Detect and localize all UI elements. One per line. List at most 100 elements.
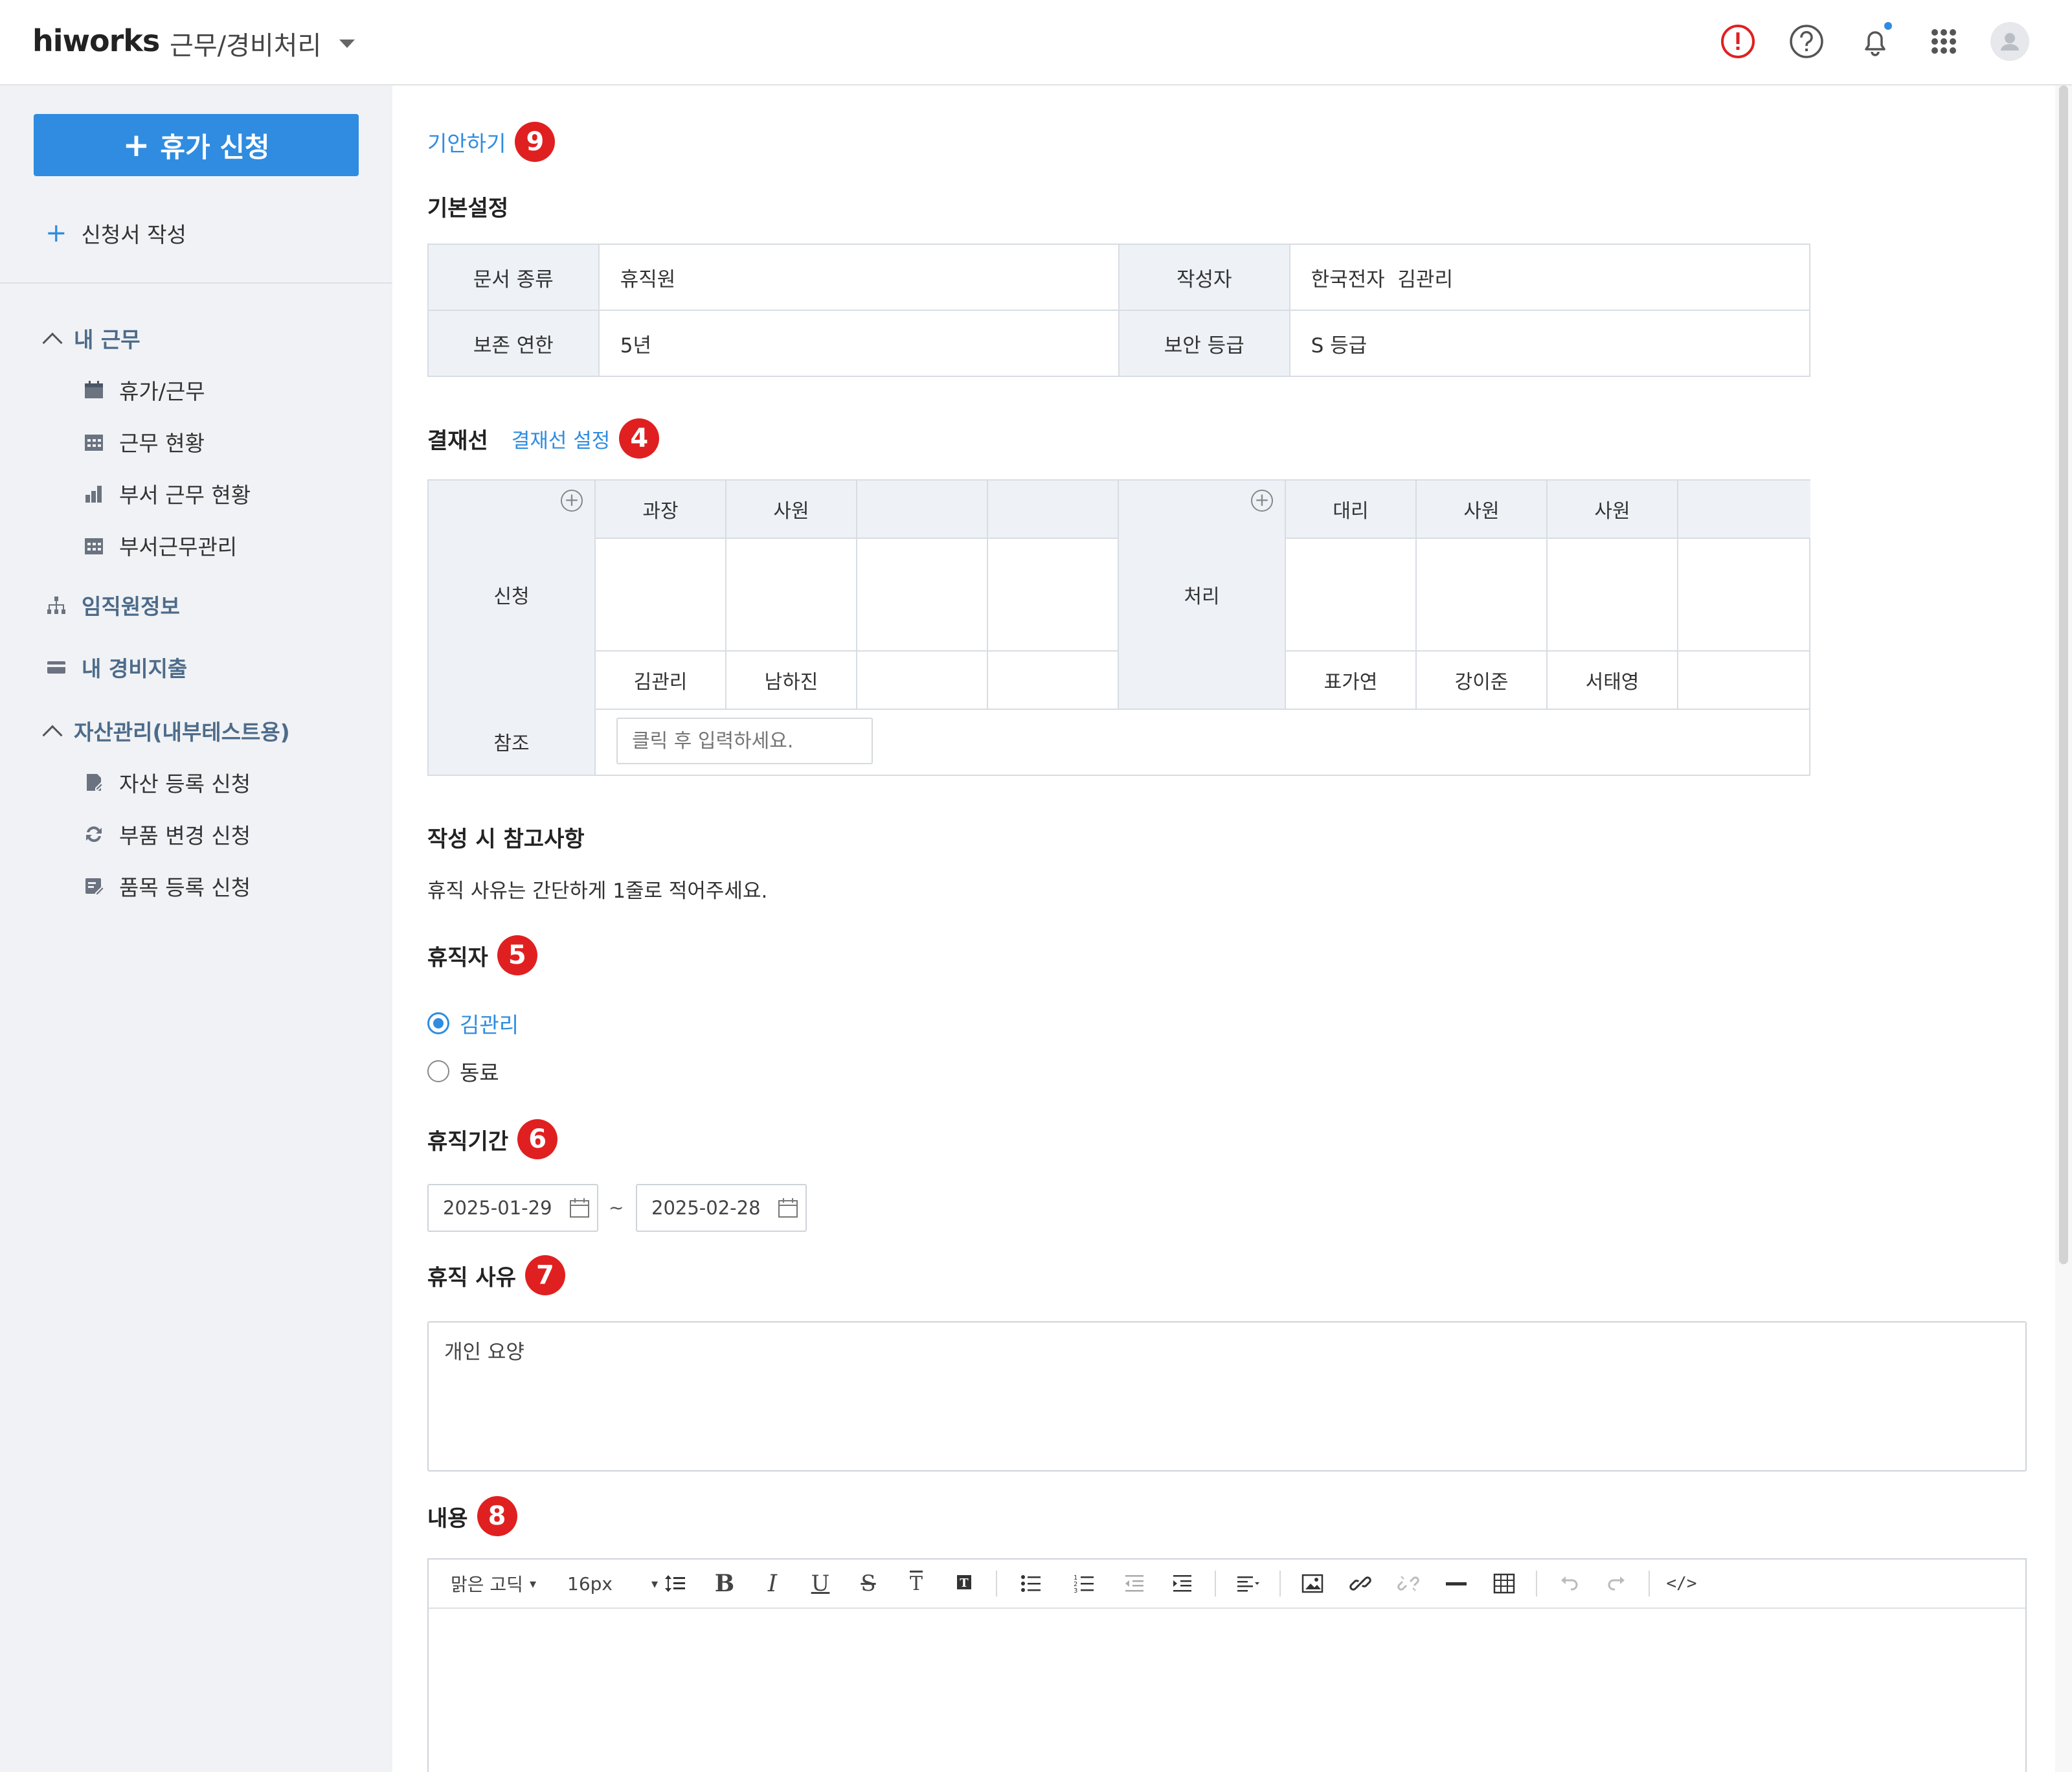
indent-icon[interactable] [1159,1565,1207,1602]
date-separator: ~ [609,1197,624,1218]
bar-chart-icon [85,486,102,503]
sidebar-item-work-status[interactable]: 근무 현황 [83,426,205,457]
sidebar-section-employee-info[interactable]: 임직원정보 [45,589,180,620]
basic-settings-title: 기본설정 [427,196,509,222]
approver-name [857,652,988,710]
retention-label: 보존 연한 [427,310,600,377]
leaver-option-self[interactable]: 김관리 [427,1008,519,1039]
app-grid-icon[interactable] [1924,22,1963,61]
sidebar-item-dept-work-status[interactable]: 부서 근무 현황 [83,478,251,509]
avatar[interactable] [1990,22,2029,61]
toolbar-separator [1649,1571,1650,1596]
approver-rank [988,481,1119,539]
sidebar-item-item-register[interactable]: 품목 등록 신청 [83,870,251,902]
leave-request-button[interactable]: + 휴가 신청 [34,114,359,176]
draft-link[interactable]: 기안하기 [427,126,506,157]
bold-icon[interactable]: B [701,1565,749,1602]
plus-icon: + [45,218,67,248]
calendar-grid-icon [85,538,103,554]
redo-icon[interactable] [1593,1565,1641,1602]
add-processor-icon[interactable]: + [1251,490,1273,512]
reference-input[interactable] [616,718,873,764]
leaver-option-colleague[interactable]: 동료 [427,1056,499,1087]
rich-text-editor: 맑은 고딕 ▾ 16px ▾ B I U S T T 123 </> [427,1558,2027,1772]
numbered-list-button[interactable]: 123 [1058,1565,1111,1602]
sidebar-item-leave-work[interactable]: 휴가/근무 [83,374,205,405]
note-edit-icon [85,878,105,896]
sidebar-item-label: 부품 변경 신청 [119,823,251,848]
sidebar-item-asset-register[interactable]: 자산 등록 신청 [83,767,251,798]
start-date-input[interactable]: 2025-01-29 [427,1184,598,1232]
font-size-select[interactable]: 16px ▾ [548,1565,658,1602]
reference-row: 참조 [427,709,1810,776]
step-badge: 4 [619,418,660,459]
notification-bell-icon[interactable] [1856,22,1895,61]
line-height-icon [665,1575,685,1592]
line-height-button[interactable] [650,1565,701,1602]
source-code-icon[interactable]: </> [1658,1565,1706,1602]
sidebar-item-label: 부서 근무 현황 [119,483,251,508]
approver-name: 김관리 [596,652,726,710]
alert-icon[interactable] [1718,22,1757,61]
outdent-icon[interactable] [1111,1565,1159,1602]
image-icon[interactable] [1289,1565,1336,1602]
sidebar-section-label: 내 경비지출 [82,656,188,681]
signature-box [1548,539,1678,652]
italic-icon[interactable]: I [749,1565,796,1602]
underline-icon[interactable]: U [796,1565,844,1602]
approver-rank [857,481,988,539]
signature-box [1286,539,1417,652]
align-button[interactable] [1224,1565,1272,1602]
step-badge: 7 [524,1255,565,1295]
sidebar-section-my-expense[interactable]: 내 경비지출 [45,652,187,683]
strikethrough-icon[interactable]: S [844,1565,892,1602]
processor-rank: 대리 [1286,481,1417,539]
background-color-icon[interactable]: T [940,1565,988,1602]
sidebar-section-asset[interactable]: 자산관리(내부테스트용) [42,715,290,746]
scrollbar-thumb[interactable] [2059,85,2068,1264]
doc-type-value: 휴직원 [598,244,1120,311]
table-icon[interactable] [1480,1565,1528,1602]
retention-value: 5년 [598,310,1120,377]
start-date-value: 2025-01-29 [443,1197,552,1219]
bullet-list-button[interactable] [1005,1565,1058,1602]
processor-name: 서태영 [1548,652,1678,710]
sidebar: + 휴가 신청 + 신청서 작성 내 근무 휴가/근무 근무 현황 부서 근무 … [0,85,392,1772]
sidebar-section-label: 자산관리(내부테스트용) [74,720,290,745]
link-icon[interactable] [1336,1565,1384,1602]
processor-rank: 사원 [1417,481,1548,539]
sidebar-item-part-change[interactable]: 부품 변경 신청 [83,819,251,850]
sidebar-item-label: 자산 등록 신청 [119,771,251,797]
highlight-icon: T [957,1575,971,1590]
font-family-value: 맑은 고딕 [451,1574,523,1595]
font-family-select[interactable]: 맑은 고딕 ▾ [451,1565,548,1602]
calendar-icon [85,381,103,398]
reason-title: 휴직 사유 [427,1264,516,1291]
help-icon[interactable] [1787,22,1826,61]
approval-setting-link[interactable]: 결재선 설정 [512,424,610,453]
text-color-icon[interactable]: T [892,1565,940,1602]
add-approver-icon[interactable]: + [561,490,583,512]
reference-label: 참조 [429,709,596,775]
app-switcher[interactable]: 근무/경비처리 [170,25,355,62]
logo[interactable]: hiworks [32,23,160,58]
numbered-list-icon: 123 [1074,1574,1094,1595]
bullet-list-icon [1021,1575,1041,1592]
basic-settings-table: 문서 종류 휴직원 작성자 한국전자 김관리 보존 연한 5년 보안 등급 S … [427,244,1811,377]
editor-body[interactable] [429,1609,2025,1772]
sidebar-item-dept-work-manage[interactable]: 부서근무관리 [83,530,237,561]
end-date-input[interactable]: 2025-02-28 [636,1184,807,1232]
leave-request-label: 휴가 신청 [160,131,270,163]
undo-icon[interactable] [1545,1565,1593,1602]
chevron-up-icon [42,332,63,353]
horizontal-rule-icon[interactable] [1432,1565,1480,1602]
org-chart-icon [47,596,65,614]
sidebar-section-my-work[interactable]: 내 근무 [42,323,141,354]
step-badge: 5 [497,935,537,975]
unlink-icon[interactable] [1384,1565,1432,1602]
approver-rank: 과장 [596,481,726,539]
author-label: 작성자 [1118,244,1290,311]
new-form-link[interactable]: + 신청서 작성 [45,218,186,249]
processor-rank: 사원 [1548,481,1678,539]
reason-textarea[interactable]: 개인 요양 [427,1321,2027,1471]
